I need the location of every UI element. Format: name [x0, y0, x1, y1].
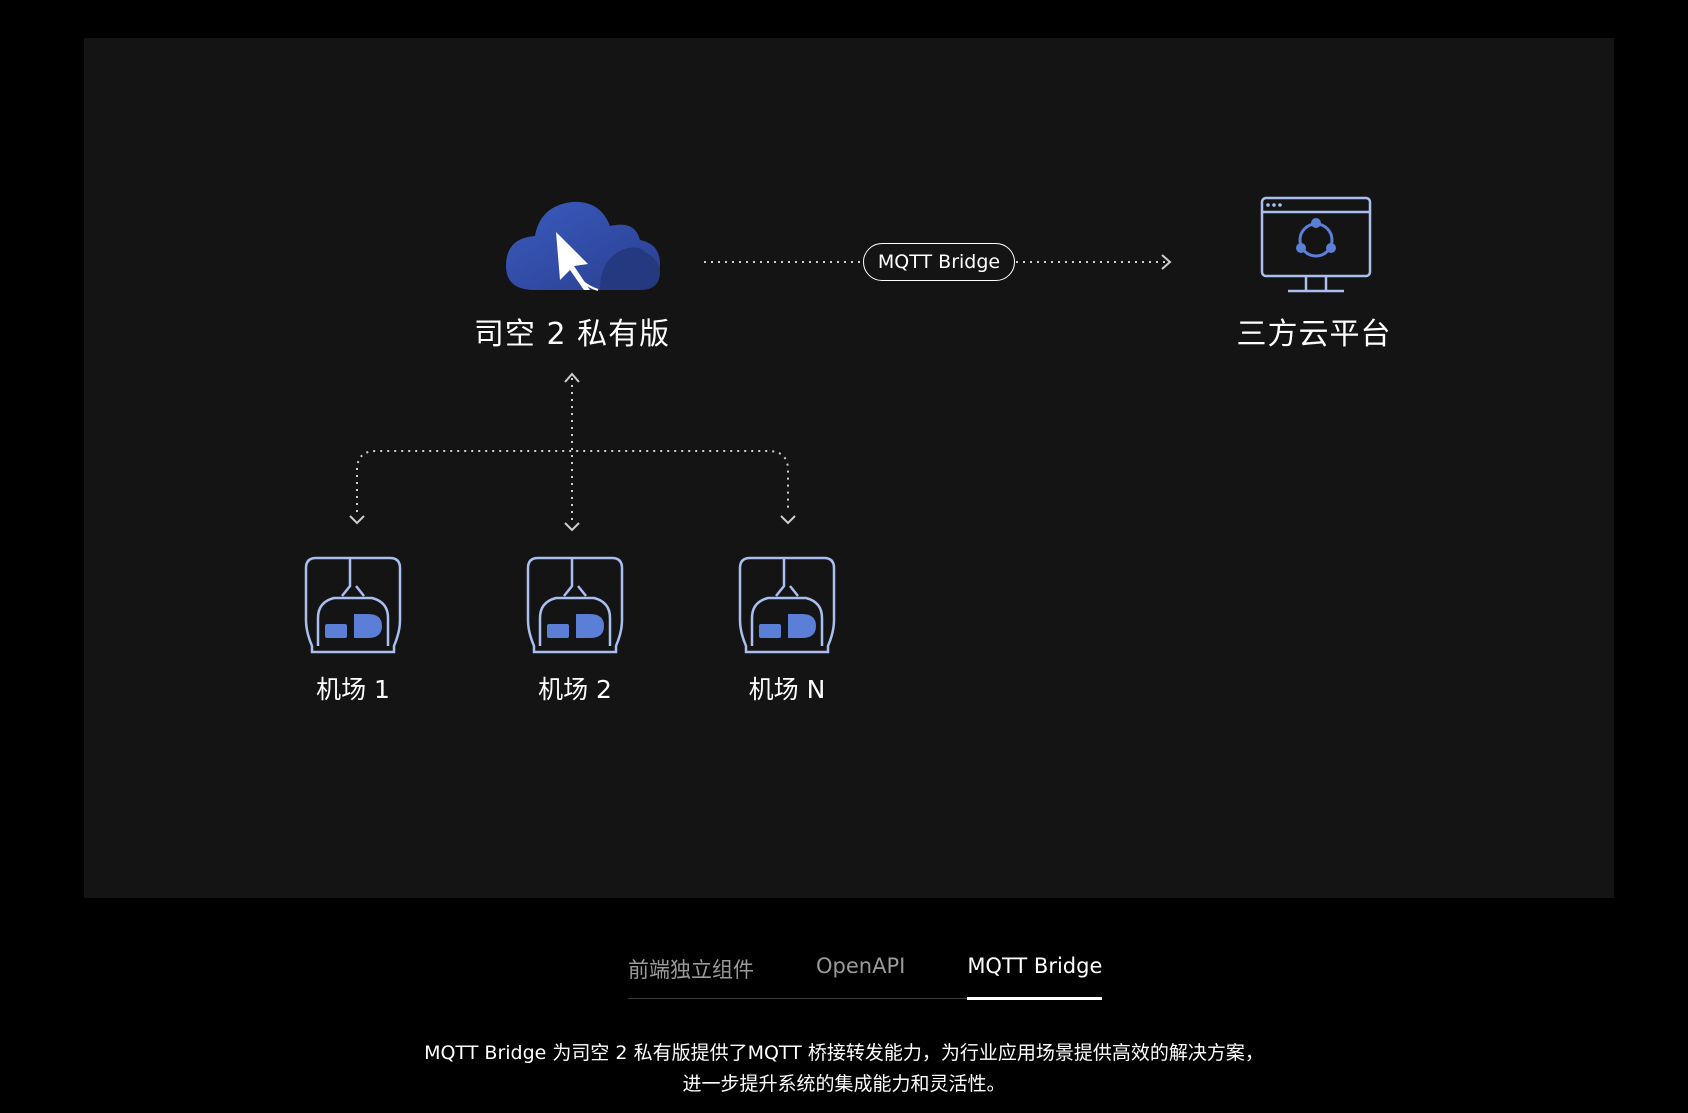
third-party-label: 三方云平台	[1236, 317, 1392, 352]
tab-label: OpenAPI	[816, 954, 906, 978]
tab-openapi[interactable]: OpenAPI	[816, 945, 905, 998]
active-tab-indicator	[967, 997, 1103, 1000]
airport-label-1: 机场 1	[316, 675, 390, 704]
tab-frontend-components[interactable]: 前端独立组件	[628, 945, 754, 998]
diagram-panel	[84, 38, 1614, 898]
tab-label: 前端独立组件	[628, 958, 754, 982]
private-cloud-label: 司空 2 私有版	[473, 317, 671, 352]
feature-tabs: 前端独立组件 OpenAPI MQTT Bridge	[628, 945, 1103, 1000]
tab-mqtt-bridge[interactable]: MQTT Bridge	[967, 945, 1103, 1000]
description-line-2: 进一步提升系统的集成能力和灵活性。	[682, 1073, 1006, 1095]
airport-label-n: 机场 N	[748, 675, 826, 704]
page: MQTT Bridge 司空 2 私有版 三方云平台 机场 1 机场 2 机场 …	[0, 0, 1688, 1113]
feature-description: MQTT Bridge 为司空 2 私有版提供了MQTT 桥接转发能力，为行业应…	[0, 1038, 1688, 1100]
tab-label: MQTT Bridge	[967, 954, 1103, 978]
airport-label-2: 机场 2	[538, 675, 612, 704]
mqtt-bridge-label: MQTT Bridge	[863, 243, 1015, 281]
description-line-1: MQTT Bridge 为司空 2 私有版提供了MQTT 桥接转发能力，为行业应…	[424, 1042, 1264, 1064]
